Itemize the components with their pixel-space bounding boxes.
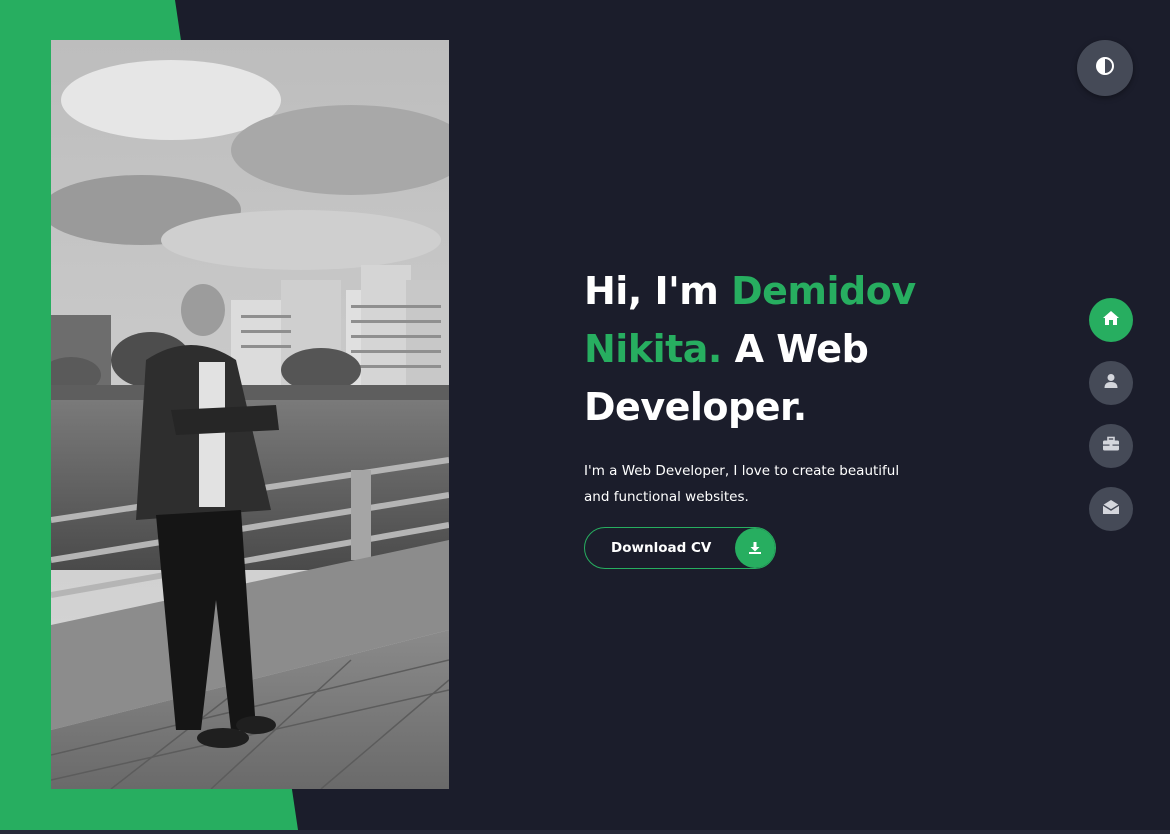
hero-title-greeting: Hi, I'm [584,269,732,313]
nav-portfolio-button[interactable] [1089,424,1133,468]
download-icon [735,528,775,568]
home-icon [1102,310,1120,330]
nav-home-button[interactable] [1089,298,1133,342]
profile-photo [51,40,449,789]
user-icon [1103,373,1119,393]
hero-title: Hi, I'm Demidov Nikita. A Web Developer. [584,262,944,436]
nav-about-button[interactable] [1089,361,1133,405]
contrast-icon [1095,56,1115,80]
envelope-open-icon [1102,499,1120,519]
bottom-strip [0,830,1170,834]
nav-contact-button[interactable] [1089,487,1133,531]
download-cv-button[interactable]: Download CV [584,527,776,569]
hero-description: I'm a Web Developer, I love to create be… [584,463,900,505]
briefcase-icon [1102,436,1120,456]
theme-toggle-button[interactable] [1077,40,1133,96]
download-cv-label: Download CV [611,540,712,556]
hero-section: Hi, I'm Demidov Nikita. A Web Developer.… [584,262,944,510]
home-page: Hi, I'm Demidov Nikita. A Web Developer.… [0,0,1170,834]
